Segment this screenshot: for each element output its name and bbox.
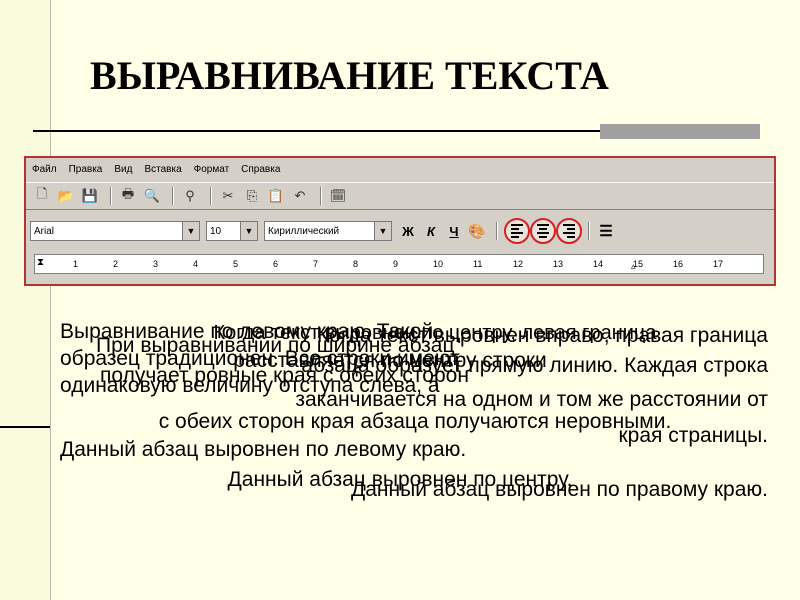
new-document-icon[interactable]: 🗋 [32, 186, 52, 206]
font-name-value: Arial [34, 225, 55, 237]
charset-select[interactable]: Кириллический ▼ [264, 221, 392, 241]
menu-format[interactable]: Формат [188, 164, 236, 175]
ruler-label: 14 [593, 259, 604, 269]
print-preview-icon[interactable]: 🔍 [142, 186, 162, 206]
ruler-label: 11 [473, 259, 483, 269]
ruler-label: 7 [313, 259, 319, 269]
right-indent-marker-icon[interactable]: ▵ [631, 261, 636, 272]
menu-view[interactable]: Вид [108, 164, 138, 175]
align-right-icon [563, 224, 575, 238]
chevron-down-icon[interactable]: ▼ [374, 222, 391, 240]
ruler-label: 12 [513, 259, 524, 269]
print-icon[interactable]: 🖶 [118, 186, 138, 206]
left-accent-line [0, 426, 50, 428]
chevron-down-icon[interactable]: ▼ [240, 222, 257, 240]
menu-insert[interactable]: Вставка [138, 164, 187, 175]
color-palette-icon[interactable]: 🎨 [467, 221, 487, 241]
find-icon[interactable]: ⚲ [180, 186, 200, 206]
menu-help[interactable]: Справка [235, 164, 286, 175]
insert-datetime-icon[interactable]: 🗓 [328, 186, 348, 206]
font-size-select[interactable]: 10 ▼ [206, 221, 258, 241]
justify-line-2: получает ровные края с обеих сторон [100, 364, 469, 387]
slide-title: ВЫРАВНИВАНИЕ ТЕКСТА [90, 53, 609, 98]
right-line-4: края страницы. [618, 424, 768, 447]
chevron-down-icon[interactable]: ▼ [182, 222, 199, 240]
standard-toolbar: 🗋 📂 💾 🖶 🔍 ⚲ ✂ ⎘ 📋 ↶ 🗓 [26, 182, 774, 210]
italic-button[interactable]: К [421, 221, 441, 241]
word-processor-screenshot: Файл Правка Вид Вставка Формат Справка 🗋… [24, 156, 776, 286]
ruler-label: 5 [233, 259, 239, 269]
menu-file[interactable]: Файл [26, 164, 63, 175]
title-gray-bar [600, 124, 760, 139]
ruler-label: 4 [193, 259, 199, 269]
bold-button[interactable]: Ж [398, 221, 418, 241]
ruler-label: 8 [353, 259, 359, 269]
ruler-label: 17 [713, 259, 724, 269]
align-center-icon [537, 224, 549, 238]
toolbar-separator [496, 222, 498, 240]
slide-left-bar [0, 0, 51, 600]
right-line-3: заканчивается на одном и том же расстоян… [295, 388, 768, 411]
align-left-icon [511, 224, 523, 238]
horizontal-ruler[interactable]: ⧗ 1 2 3 4 5 6 7 8 9 10 11 12 13 14 15 16 17 ▵ [34, 254, 764, 274]
bullet-list-icon[interactable]: ☰ [596, 221, 616, 241]
ruler-label: 1 [73, 259, 79, 269]
right-line-5: Данный абзац выровнен по правому краю. [351, 478, 768, 501]
font-size-value: 10 [210, 225, 222, 237]
ruler-label: 10 [433, 259, 444, 269]
ruler-label: 9 [393, 259, 399, 269]
left-line-4: Данный абзац выровнен по левому краю. [60, 438, 467, 461]
toolbar-separator [588, 222, 590, 240]
indent-marker-icon[interactable]: ⧗ [37, 257, 44, 268]
undo-icon[interactable]: ↶ [290, 186, 310, 206]
ruler-label: 3 [153, 259, 159, 269]
menu-edit[interactable]: Правка [63, 164, 109, 175]
toolbar-separator [210, 187, 212, 205]
copy-icon[interactable]: ⎘ [242, 186, 262, 206]
align-right-button[interactable] [556, 218, 582, 244]
format-toolbar: Arial ▼ 10 ▼ Кириллический ▼ Ж К Ч 🎨 ☰ [26, 214, 774, 248]
justify-line-1: При выравнивании по ширине абзац [96, 334, 455, 357]
toolbar-separator [172, 187, 174, 205]
ruler-label: 13 [553, 259, 564, 269]
charset-value: Кириллический [268, 225, 340, 237]
open-folder-icon[interactable]: 📂 [56, 186, 76, 206]
ruler-label: 16 [673, 259, 684, 269]
cut-icon[interactable]: ✂ [218, 186, 238, 206]
font-name-select[interactable]: Arial ▼ [30, 221, 200, 241]
toolbar-separator [110, 187, 112, 205]
ruler-label: 6 [273, 259, 279, 269]
menu-bar: Файл Правка Вид Вставка Формат Справка [26, 158, 774, 180]
save-icon[interactable]: 💾 [80, 186, 100, 206]
ruler-label: 2 [113, 259, 119, 269]
underline-button[interactable]: Ч [444, 221, 464, 241]
align-left-button[interactable] [504, 218, 530, 244]
align-center-button[interactable] [530, 218, 556, 244]
paste-icon[interactable]: 📋 [266, 186, 286, 206]
toolbar-separator [320, 187, 322, 205]
